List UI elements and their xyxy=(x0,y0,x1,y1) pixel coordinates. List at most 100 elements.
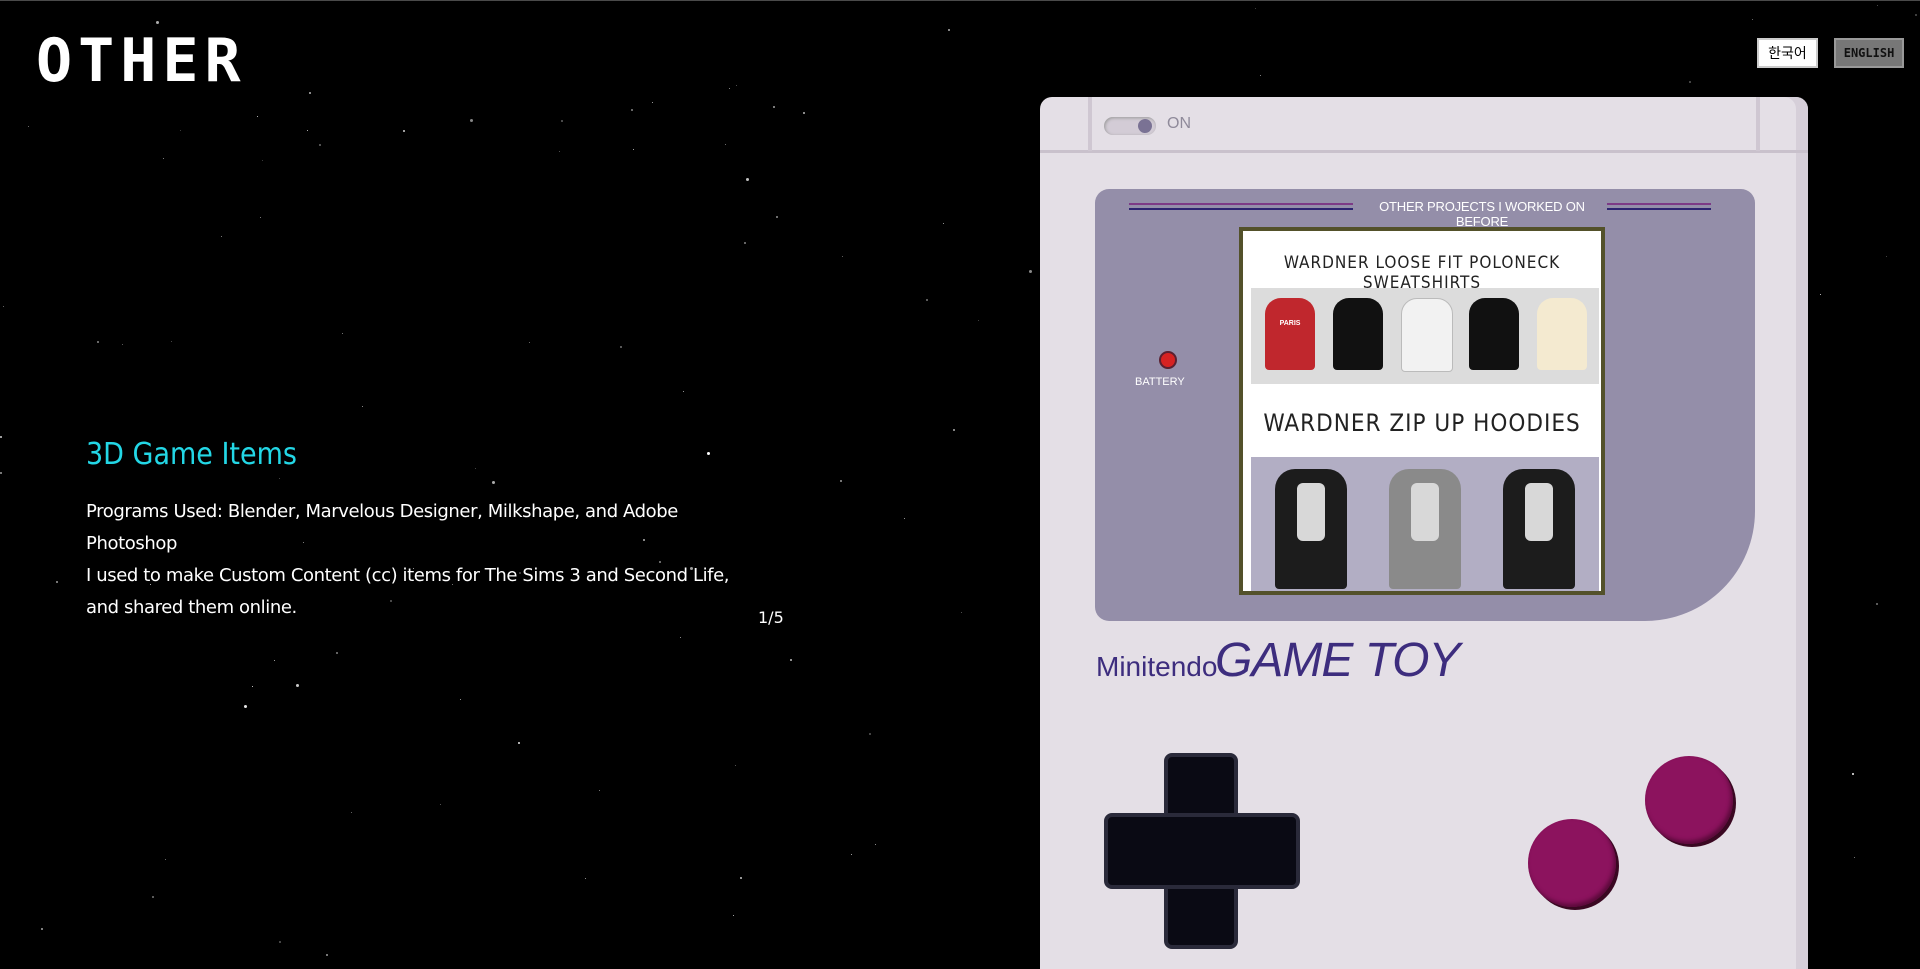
star xyxy=(1886,256,1887,257)
star xyxy=(336,652,338,654)
hoodie-shirt xyxy=(1411,483,1439,541)
hoodie-black-stripes xyxy=(1503,469,1575,589)
power-switch-knob[interactable] xyxy=(1138,119,1152,133)
star xyxy=(260,217,261,218)
star xyxy=(171,341,172,342)
star xyxy=(279,941,281,943)
star xyxy=(351,812,352,813)
star xyxy=(851,854,852,855)
star xyxy=(3,306,4,307)
project-title: 3D Game Items xyxy=(86,437,297,472)
star xyxy=(296,684,299,687)
star xyxy=(652,102,653,103)
hoodie-shirt xyxy=(1525,483,1553,541)
star xyxy=(1260,75,1261,76)
sweatshirt-black-text xyxy=(1469,298,1519,370)
star xyxy=(842,256,843,257)
star xyxy=(1029,270,1032,273)
page-logo[interactable]: OTHER xyxy=(36,31,247,91)
star xyxy=(943,223,944,224)
star xyxy=(319,144,321,146)
star xyxy=(869,733,871,735)
star xyxy=(28,126,29,127)
star xyxy=(978,320,979,321)
screen-heading-hoodies: WARDNER ZIP UP HOODIES xyxy=(1263,409,1581,437)
star xyxy=(440,804,441,805)
dpad-center[interactable] xyxy=(1168,817,1234,885)
star xyxy=(307,130,308,131)
star xyxy=(733,915,734,916)
power-label: ON xyxy=(1167,115,1191,132)
star xyxy=(585,878,586,879)
star xyxy=(559,151,560,152)
star xyxy=(403,130,405,132)
star xyxy=(475,468,476,469)
star xyxy=(729,88,730,89)
bezel-stripe-left-top xyxy=(1129,203,1353,205)
star xyxy=(1915,14,1917,16)
star xyxy=(735,765,736,766)
screen-bezel: OTHER PROJECTS I WORKED ON BEFORE BATTER… xyxy=(1095,189,1755,621)
language-english-button[interactable]: ENGLISH xyxy=(1834,38,1904,68)
star xyxy=(620,346,622,348)
sweatshirt-row: PARIS xyxy=(1251,288,1599,384)
sweatshirt-white-print xyxy=(1401,298,1453,372)
screen-heading-sweatshirts: WARDNER LOOSE FIT POLONECK SWEATSHIRTS xyxy=(1283,253,1561,293)
star xyxy=(257,116,258,117)
star xyxy=(736,85,737,86)
device-screen-image[interactable]: WARDNER LOOSE FIT POLONECK SWEATSHIRTS P… xyxy=(1239,227,1605,595)
power-switch[interactable] xyxy=(1104,117,1156,135)
star xyxy=(122,344,123,345)
project-programs: Programs Used: Blender, Marvelous Design… xyxy=(86,501,678,554)
star xyxy=(776,216,778,218)
star xyxy=(773,106,775,108)
screen-caption: OTHER PROJECTS I WORKED ON BEFORE xyxy=(1379,199,1585,229)
star xyxy=(0,472,2,474)
b-button[interactable] xyxy=(1528,819,1616,907)
star xyxy=(56,581,58,583)
star xyxy=(953,429,955,431)
brand-minitendo: Minitendo xyxy=(1096,651,1218,682)
hoodie-shirt xyxy=(1297,483,1325,541)
star xyxy=(926,299,928,301)
star xyxy=(362,406,363,407)
star xyxy=(740,877,742,879)
star xyxy=(1689,81,1691,83)
star xyxy=(840,480,842,482)
shirt-print-text: PARIS xyxy=(1279,320,1301,327)
sweatshirt-cream xyxy=(1537,298,1587,370)
star xyxy=(529,342,530,343)
star xyxy=(518,742,520,744)
a-button[interactable] xyxy=(1645,756,1733,844)
star xyxy=(599,790,600,791)
star xyxy=(680,637,681,638)
star xyxy=(561,120,563,122)
star xyxy=(790,659,792,661)
bezel-stripe-right-top xyxy=(1607,203,1711,205)
battery-label: BATTERY xyxy=(1135,376,1185,388)
star xyxy=(460,699,461,700)
star xyxy=(631,109,633,111)
brand-game-toy: GAME TOY xyxy=(1215,634,1460,687)
star xyxy=(326,954,328,956)
star xyxy=(152,896,154,898)
star xyxy=(904,518,905,519)
star xyxy=(97,341,99,343)
star xyxy=(1752,19,1753,20)
language-korean-button[interactable]: 한국어 xyxy=(1757,38,1818,68)
star xyxy=(252,686,253,687)
star xyxy=(156,21,159,24)
star xyxy=(744,242,746,244)
hoodie-black xyxy=(1275,469,1347,589)
star xyxy=(165,859,166,860)
hoodie-row xyxy=(1251,457,1599,591)
project-pager: 1/5 xyxy=(758,608,784,627)
device-groove-left xyxy=(1088,97,1092,151)
game-toy-device: ON OTHER PROJECTS I WORKED ON BEFORE BAT… xyxy=(1040,97,1808,969)
star xyxy=(633,149,634,150)
device-top-bar: ON xyxy=(1040,97,1808,153)
star xyxy=(1255,8,1256,9)
device-groove-right xyxy=(1756,97,1760,151)
star xyxy=(1877,5,1878,6)
star xyxy=(274,660,275,661)
